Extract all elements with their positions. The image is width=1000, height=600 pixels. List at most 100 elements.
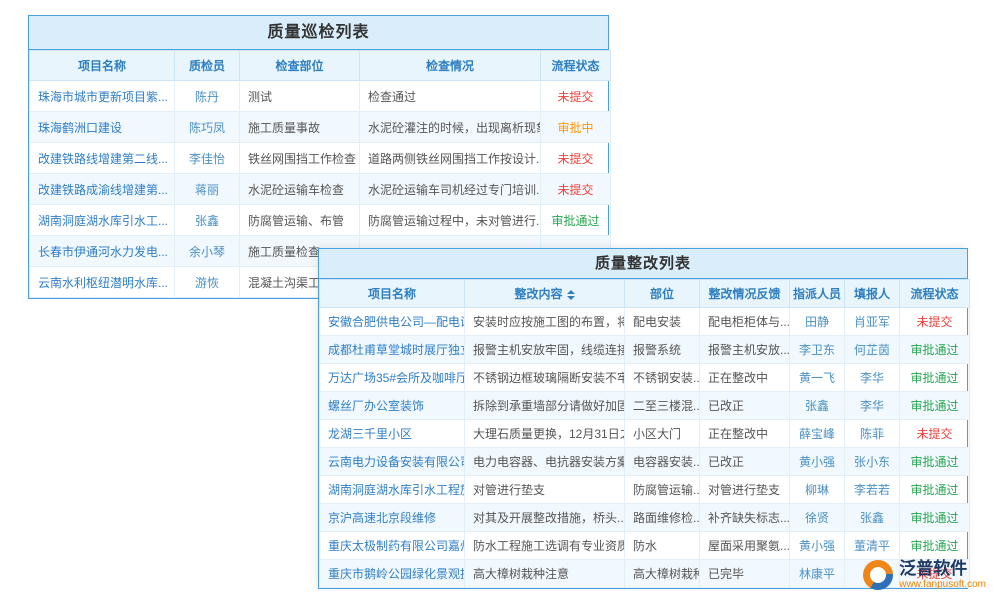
table-row[interactable]: 安徽合肥供电公司—配电设备...安装时应按施工图的布置，将...配电安装配电柜柜… xyxy=(320,308,970,336)
table-cell: 报警系统 xyxy=(625,336,700,364)
person-cell: 李华 xyxy=(845,392,900,420)
status-cell: 未提交 xyxy=(900,420,970,448)
table-row[interactable]: 湖南洞庭湖水库引水工...张鑫防腐管运输、布管防腐管运输过程中，未对管进行...… xyxy=(30,205,611,236)
table-cell: 对其及开展整改措施，桥头... xyxy=(465,504,625,532)
project-name-cell[interactable]: 湖南洞庭湖水库引水工程施工... xyxy=(320,476,465,504)
table-cell: 防水工程施工选调有专业资质... xyxy=(465,532,625,560)
table-row[interactable]: 重庆太极制药有限公司嘉州中...防水工程施工选调有专业资质...防水屋面采用聚氨… xyxy=(320,532,970,560)
person-cell: 田静 xyxy=(790,308,845,336)
column-header[interactable]: 项目名称 xyxy=(30,51,175,81)
project-name-cell[interactable]: 安徽合肥供电公司—配电设备... xyxy=(320,308,465,336)
person-cell: 董清平 xyxy=(845,532,900,560)
table-row[interactable]: 云南电力设备安装有限公司20...电力电容器、电抗器安装方案,...电容器安装.… xyxy=(320,448,970,476)
project-name-cell[interactable]: 长春市伊通河水力发电... xyxy=(30,236,175,267)
table-cell: 拆除到承重墙部分请做好加固... xyxy=(465,392,625,420)
status-cell: 未提交 xyxy=(900,308,970,336)
table-cell: 路面维修检... xyxy=(625,504,700,532)
table-cell: 补齐缺失标志... xyxy=(700,504,790,532)
project-name-cell[interactable]: 云南水利枢纽潜明水库... xyxy=(30,267,175,298)
table-cell: 水泥砼运输车检查 xyxy=(240,174,360,205)
person-cell: 薛宝峰 xyxy=(790,420,845,448)
table-cell: 正在整改中 xyxy=(700,364,790,392)
table-cell: 道路两侧铁丝网围挡工作按设计... xyxy=(360,143,541,174)
table-cell: 大理石质量更换，12月31日之... xyxy=(465,420,625,448)
table-row[interactable]: 改建铁路线增建第二线...李佳怡铁丝网围挡工作检查道路两侧铁丝网围挡工作按设计.… xyxy=(30,143,611,174)
table-cell: 小区大门 xyxy=(625,420,700,448)
person-cell: 蒋丽 xyxy=(175,174,240,205)
project-name-cell[interactable]: 万达广场35#会所及咖啡厅空... xyxy=(320,364,465,392)
person-cell: 张鑫 xyxy=(845,504,900,532)
table-cell: 铁丝网围挡工作检查 xyxy=(240,143,360,174)
column-header[interactable]: 检查情况 xyxy=(360,51,541,81)
person-cell: 肖亚军 xyxy=(845,308,900,336)
table-row[interactable]: 珠海鹤洲口建设陈巧凤施工质量事故水泥砼灌注的时候，出现离析现象审批中 xyxy=(30,112,611,143)
person-cell: 陈丹 xyxy=(175,81,240,112)
status-cell: 未提交 xyxy=(541,81,611,112)
project-name-cell[interactable]: 改建铁路成渝线增建第... xyxy=(30,174,175,205)
project-name-cell[interactable]: 螺丝厂办公室装饰 xyxy=(320,392,465,420)
column-header[interactable]: 项目名称 xyxy=(320,280,465,308)
person-cell: 游恢 xyxy=(175,267,240,298)
table-row[interactable]: 龙湖三千里小区大理石质量更换，12月31日之...小区大门正在整改中薛宝峰陈菲未… xyxy=(320,420,970,448)
brand-url: www.fanpusoft.com xyxy=(899,579,986,590)
table-cell: 水泥砼运输车司机经过专门培训... xyxy=(360,174,541,205)
column-header[interactable]: 检查部位 xyxy=(240,51,360,81)
column-header-label: 质检员 xyxy=(189,59,225,73)
status-cell: 审批通过 xyxy=(900,336,970,364)
project-name-cell[interactable]: 珠海鹤洲口建设 xyxy=(30,112,175,143)
project-name-cell[interactable]: 成都杜甫草堂城时展厅独立展... xyxy=(320,336,465,364)
project-name-cell[interactable]: 改建铁路线增建第二线... xyxy=(30,143,175,174)
table-row[interactable]: 改建铁路成渝线增建第...蒋丽水泥砼运输车检查水泥砼运输车司机经过专门培训...… xyxy=(30,174,611,205)
table-cell: 防腐管运输过程中，未对管进行... xyxy=(360,205,541,236)
table-cell: 已完毕 xyxy=(700,560,790,588)
column-header[interactable]: 整改内容 xyxy=(465,280,625,308)
person-cell: 余小琴 xyxy=(175,236,240,267)
header-row: 项目名称 整改内容 部位 整改情况反馈指派人员填报人流程状态 xyxy=(320,280,970,308)
project-name-cell[interactable]: 湖南洞庭湖水库引水工... xyxy=(30,205,175,236)
table-cell: 水泥砼灌注的时候，出现离析现象 xyxy=(360,112,541,143)
table-row[interactable]: 湖南洞庭湖水库引水工程施工...对管进行垫支防腐管运输...对管进行垫支柳琳李若… xyxy=(320,476,970,504)
table-cell: 防腐管运输、布管 xyxy=(240,205,360,236)
table-row[interactable]: 成都杜甫草堂城时展厅独立展...报警主机安放牢固，线缆连接...报警系统报警主机… xyxy=(320,336,970,364)
project-name-cell[interactable]: 重庆市鹅岭公园绿化景观提升... xyxy=(320,560,465,588)
person-cell: 陈菲 xyxy=(845,420,900,448)
sort-icon[interactable] xyxy=(567,290,575,300)
column-header[interactable]: 流程状态 xyxy=(900,280,970,308)
table-cell: 对管进行垫支 xyxy=(700,476,790,504)
brand-name: 泛普软件 xyxy=(899,560,986,579)
status-cell: 未提交 xyxy=(541,143,611,174)
person-cell: 黄小强 xyxy=(790,448,845,476)
person-cell: 张鑫 xyxy=(790,392,845,420)
column-header-label: 部位 xyxy=(650,287,674,301)
table-row[interactable]: 螺丝厂办公室装饰拆除到承重墙部分请做好加固...二至三楼混...已改正张鑫李华审… xyxy=(320,392,970,420)
column-header[interactable]: 流程状态 xyxy=(541,51,611,81)
column-header[interactable]: 整改情况反馈 xyxy=(700,280,790,308)
status-cell: 审批通过 xyxy=(900,504,970,532)
person-cell: 林康平 xyxy=(790,560,845,588)
table-row[interactable]: 珠海市城市更新项目紫...陈丹测试检查通过未提交 xyxy=(30,81,611,112)
table-cell: 正在整改中 xyxy=(700,420,790,448)
project-name-cell[interactable]: 京沪高速北京段维修 xyxy=(320,504,465,532)
project-name-cell[interactable]: 云南电力设备安装有限公司20... xyxy=(320,448,465,476)
column-header[interactable]: 部位 xyxy=(625,280,700,308)
person-cell: 李卫东 xyxy=(790,336,845,364)
column-header-label: 检查情况 xyxy=(426,59,474,73)
column-header[interactable]: 指派人员 xyxy=(790,280,845,308)
person-cell: 李若若 xyxy=(845,476,900,504)
rectify-list-panel: 质量整改列表 项目名称整改内容部位整改情况反馈指派人员填报人流程状态 安徽合肥供… xyxy=(318,248,968,589)
column-header-label: 检查部位 xyxy=(275,59,323,73)
project-name-cell[interactable]: 重庆太极制药有限公司嘉州中... xyxy=(320,532,465,560)
table-cell: 已改正 xyxy=(700,392,790,420)
column-header[interactable]: 质检员 xyxy=(175,51,240,81)
column-header-label: 指派人员 xyxy=(793,287,841,301)
person-cell: 陈巧凤 xyxy=(175,112,240,143)
table-cell: 检查通过 xyxy=(360,81,541,112)
column-header-label: 项目名称 xyxy=(368,287,416,301)
table-row[interactable]: 万达广场35#会所及咖啡厅空...不锈钢边框玻璃隔断安装不牢...不锈钢安装..… xyxy=(320,364,970,392)
project-name-cell[interactable]: 龙湖三千里小区 xyxy=(320,420,465,448)
column-header[interactable]: 填报人 xyxy=(845,280,900,308)
project-name-cell[interactable]: 珠海市城市更新项目紫... xyxy=(30,81,175,112)
status-cell: 审批通过 xyxy=(541,205,611,236)
table-row[interactable]: 京沪高速北京段维修对其及开展整改措施，桥头...路面维修检...补齐缺失标志..… xyxy=(320,504,970,532)
column-header-label: 填报人 xyxy=(854,287,890,301)
